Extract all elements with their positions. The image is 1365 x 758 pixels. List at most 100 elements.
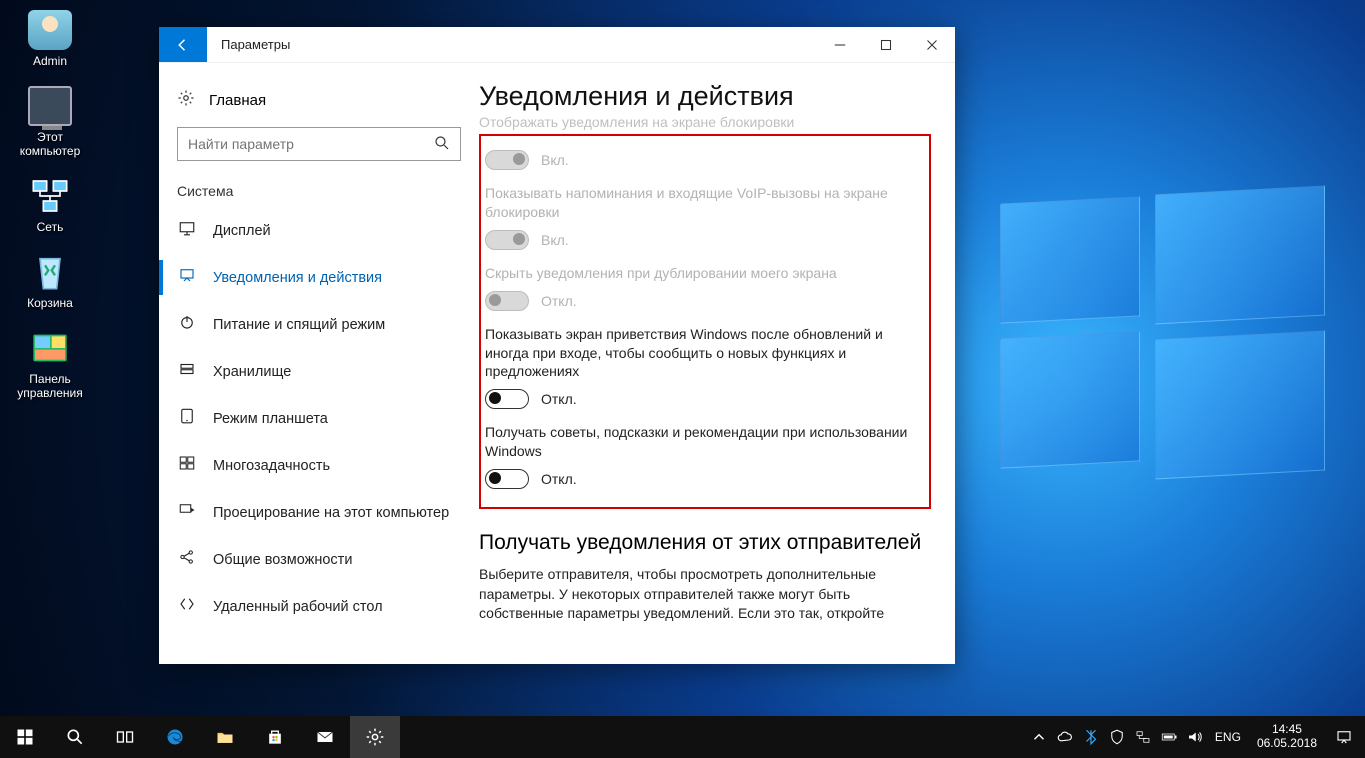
sidebar-item-remote[interactable]: Удаленный рабочий стол — [159, 583, 479, 630]
desktop-icon-admin[interactable]: Admin — [10, 10, 90, 68]
taskbar-mail[interactable] — [300, 716, 350, 758]
senders-description: Выберите отправителя, чтобы просмотреть … — [479, 565, 919, 624]
bluetooth-icon — [1082, 728, 1100, 746]
sidebar-item-multitask[interactable]: Многозадачность — [159, 442, 479, 489]
taskbar-edge[interactable] — [150, 716, 200, 758]
task-view-icon — [115, 727, 135, 747]
desktop-icon-recycle-bin[interactable]: Корзина — [10, 252, 90, 310]
tray-time: 14:45 — [1257, 723, 1317, 737]
window-title: Параметры — [207, 27, 304, 62]
tray-chevron-up[interactable] — [1027, 728, 1051, 746]
sidebar-item-label: Общие возможности — [213, 552, 352, 568]
gear-icon — [365, 727, 385, 747]
sidebar-item-shared[interactable]: Общие возможности — [159, 536, 479, 583]
desktop-icon-label: Панель управления — [10, 372, 90, 400]
settings-window: Параметры Главная Система Дисплей — [159, 27, 955, 664]
edge-icon — [165, 727, 185, 747]
content-pane: Уведомления и действия Отображать уведом… — [479, 63, 955, 664]
toggle-state-label: Откл. — [541, 471, 577, 487]
battery-icon — [1160, 728, 1178, 746]
start-button[interactable] — [0, 716, 50, 758]
maximize-button[interactable] — [863, 27, 909, 62]
tablet-icon — [177, 407, 197, 430]
option-label: Получать советы, подсказки и рекомендаци… — [485, 423, 915, 461]
close-button[interactable] — [909, 27, 955, 62]
notification-icon — [177, 266, 197, 289]
sidebar-item-label: Дисплей — [213, 223, 271, 239]
cloud-icon — [1056, 728, 1074, 746]
taskbar-settings[interactable] — [350, 716, 400, 758]
desktop-icon-control-panel[interactable]: Панель управления — [10, 328, 90, 400]
tray-volume[interactable] — [1183, 728, 1207, 746]
search-icon — [65, 727, 85, 747]
desktop-icon-label: Этот компьютер — [10, 130, 90, 158]
truncated-option-label: Отображать уведомления на экране блокиро… — [479, 114, 931, 130]
folder-icon — [215, 727, 235, 747]
tray-clock[interactable]: 14:45 06.05.2018 — [1249, 723, 1325, 751]
titlebar: Параметры — [159, 27, 955, 63]
toggle-state-label: Откл. — [541, 391, 577, 407]
toggle-switch[interactable] — [485, 389, 529, 409]
option-welcome-experience: Показывать экран приветствия Windows пос… — [485, 325, 915, 410]
taskbar-explorer[interactable] — [200, 716, 250, 758]
close-icon — [923, 36, 941, 54]
sidebar-item-label: Многозадачность — [213, 458, 330, 474]
tray-battery[interactable] — [1157, 728, 1181, 746]
toggle-switch[interactable] — [485, 230, 529, 250]
tray-onedrive[interactable] — [1053, 728, 1077, 746]
action-center-icon — [1335, 728, 1353, 746]
tray-bluetooth[interactable] — [1079, 728, 1103, 746]
tray-date: 06.05.2018 — [1257, 737, 1317, 751]
option-hide-when-duplicating: Скрыть уведомления при дублировании моег… — [485, 264, 915, 311]
back-button[interactable] — [159, 27, 207, 62]
sidebar-item-storage[interactable]: Хранилище — [159, 348, 479, 395]
option-lockscreen-notifications: Вкл. — [485, 150, 915, 170]
tray-language[interactable]: ENG — [1209, 730, 1247, 744]
sidebar-item-projecting[interactable]: Проецирование на этот компьютер — [159, 489, 479, 536]
sidebar-item-power[interactable]: Питание и спящий режим — [159, 301, 479, 348]
sidebar-home[interactable]: Главная — [159, 81, 479, 127]
project-icon — [177, 501, 197, 524]
chevron-up-icon — [1030, 728, 1048, 746]
minimize-icon — [831, 36, 849, 54]
storage-icon — [177, 360, 197, 383]
option-voip-reminders: Показывать напоминания и входящие VoIP-в… — [485, 184, 915, 250]
desktop-icon-network[interactable]: Сеть — [10, 176, 90, 234]
tray-security[interactable] — [1105, 728, 1129, 746]
toggle-state-label: Вкл. — [541, 152, 569, 168]
multitask-icon — [177, 454, 197, 477]
desktop-icons: Admin Этот компьютер Сеть Корзина Панель… — [10, 10, 90, 400]
volume-icon — [1186, 728, 1204, 746]
desktop-icon-label: Сеть — [10, 220, 90, 234]
highlighted-options-box: Вкл. Показывать напоминания и входящие V… — [479, 134, 931, 509]
maximize-icon — [877, 36, 895, 54]
toggle-state-label: Вкл. — [541, 232, 569, 248]
gear-icon — [177, 89, 195, 111]
toggle-switch[interactable] — [485, 291, 529, 311]
sidebar-item-label: Режим планшета — [213, 411, 328, 427]
arrow-left-icon — [174, 36, 192, 54]
tray-network[interactable] — [1131, 728, 1155, 746]
taskbar-store[interactable] — [250, 716, 300, 758]
taskbar-search-button[interactable] — [50, 716, 100, 758]
senders-heading: Получать уведомления от этих отправителе… — [479, 531, 931, 555]
search-icon — [433, 134, 451, 157]
sidebar-item-label: Проецирование на этот компьютер — [213, 505, 449, 521]
search-input[interactable] — [177, 127, 461, 161]
network-icon — [1134, 728, 1152, 746]
store-icon — [265, 727, 285, 747]
taskbar: ENG 14:45 06.05.2018 — [0, 716, 1365, 758]
tray-action-center[interactable] — [1327, 728, 1361, 746]
windows-logo-icon — [15, 727, 35, 747]
sidebar-home-label: Главная — [209, 92, 266, 109]
toggle-switch[interactable] — [485, 469, 529, 489]
toggle-switch[interactable] — [485, 150, 529, 170]
minimize-button[interactable] — [817, 27, 863, 62]
sidebar-item-notifications[interactable]: Уведомления и действия — [159, 254, 479, 301]
sidebar-section-label: Система — [159, 183, 479, 207]
sidebar-item-display[interactable]: Дисплей — [159, 207, 479, 254]
display-icon — [177, 219, 197, 242]
task-view-button[interactable] — [100, 716, 150, 758]
desktop-icon-this-pc[interactable]: Этот компьютер — [10, 86, 90, 158]
sidebar-item-tablet[interactable]: Режим планшета — [159, 395, 479, 442]
